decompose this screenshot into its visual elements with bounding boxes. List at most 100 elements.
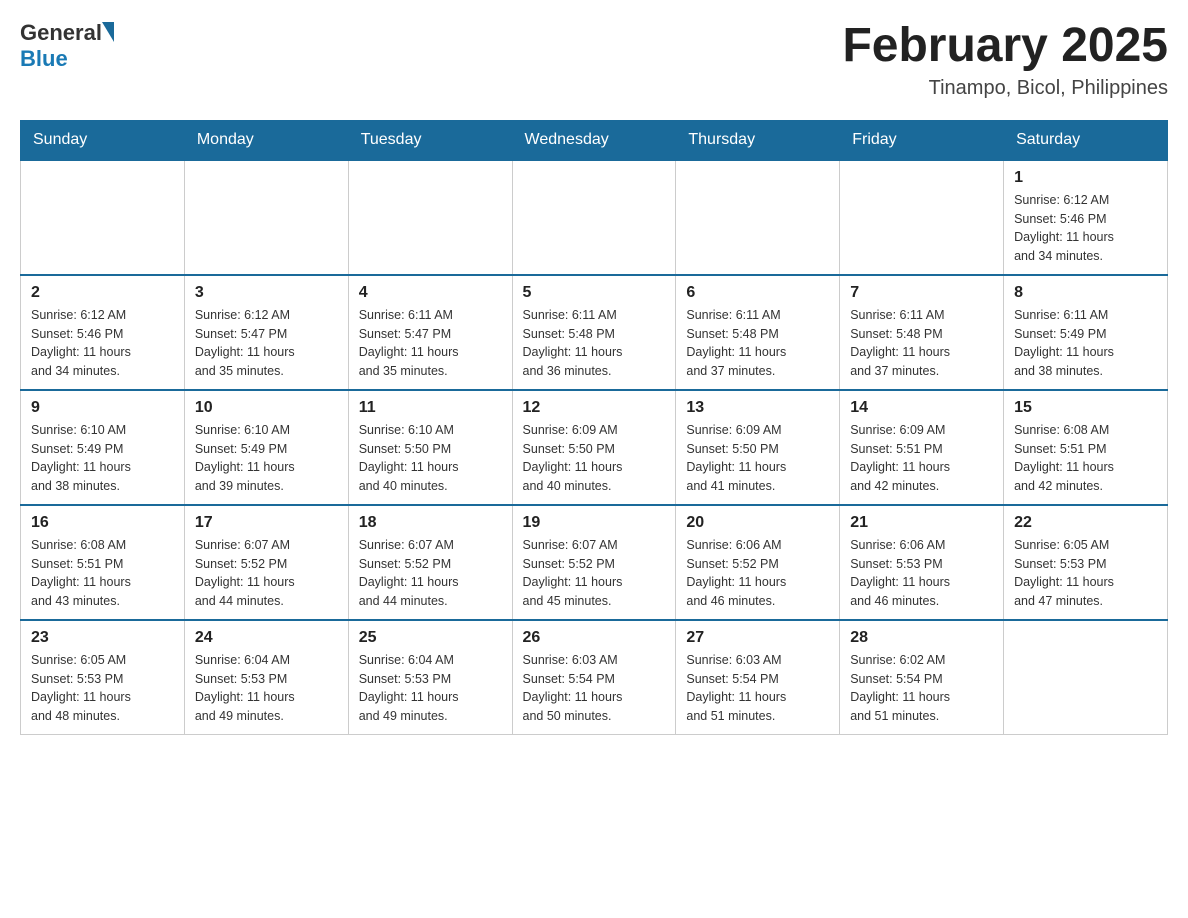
calendar-week-row: 2 Sunrise: 6:12 AM Sunset: 5:46 PM Daylig… [21,275,1168,390]
calendar-cell: 14 Sunrise: 6:09 AM Sunset: 5:51 PM Dayli… [840,390,1004,505]
calendar-cell: 10Sunrise: 6:10 AM Sunset: 5:49 PM Dayli… [184,390,348,505]
day-number: 12 [523,399,666,417]
day-number: 26 [523,629,666,647]
day-info: Sunrise: 6:11 AM Sunset: 5:47 PM Dayligh… [359,306,502,381]
logo-text-general: General [20,20,102,46]
calendar-header-tuesday: Tuesday [348,120,512,160]
calendar-cell [1004,620,1168,735]
day-info: Sunrise: 6:05 AM Sunset: 5:53 PM Dayligh… [31,651,174,726]
calendar-cell: 6 Sunrise: 6:11 AM Sunset: 5:48 PM Daylig… [676,275,840,390]
page-header: General Blue February 2025 Tinampo, Bico… [20,20,1168,100]
day-info: Sunrise: 6:11 AM Sunset: 5:48 PM Dayligh… [850,306,993,381]
calendar-header-wednesday: Wednesday [512,120,676,160]
calendar-cell: 20 Sunrise: 6:06 AM Sunset: 5:52 PM Dayli… [676,505,840,620]
logo-line1: General [20,20,114,46]
day-number: 11 [359,399,502,417]
calendar-cell [512,160,676,275]
day-number: 4 [359,284,502,302]
day-number: 20 [686,514,829,532]
calendar-cell: 7Sunrise: 6:11 AM Sunset: 5:48 PM Daylig… [840,275,1004,390]
day-number: 14 [850,399,993,417]
day-info: Sunrise: 6:06 AM Sunset: 5:53 PM Dayligh… [850,536,993,611]
day-number: 25 [359,629,502,647]
day-info: Sunrise: 6:10 AM Sunset: 5:49 PM Dayligh… [31,421,174,496]
day-number: 13 [686,399,829,417]
day-number: 18 [359,514,502,532]
day-info: Sunrise: 6:11 AM Sunset: 5:48 PM Dayligh… [523,306,666,381]
day-info: Sunrise: 6:12 AM Sunset: 5:46 PM Dayligh… [1014,191,1157,266]
day-info: Sunrise: 6:06 AM Sunset: 5:52 PM Dayligh… [686,536,829,611]
day-number: 22 [1014,514,1157,532]
calendar-cell: 24 Sunrise: 6:04 AM Sunset: 5:53 PM Dayli… [184,620,348,735]
calendar-cell: 28 Sunrise: 6:02 AM Sunset: 5:54 PM Dayli… [840,620,1004,735]
day-info: Sunrise: 6:04 AM Sunset: 5:53 PM Dayligh… [195,651,338,726]
calendar-cell: 25 Sunrise: 6:04 AM Sunset: 5:53 PM Dayli… [348,620,512,735]
calendar-header-thursday: Thursday [676,120,840,160]
calendar-cell: 11Sunrise: 6:10 AM Sunset: 5:50 PM Dayli… [348,390,512,505]
day-info: Sunrise: 6:07 AM Sunset: 5:52 PM Dayligh… [359,536,502,611]
day-info: Sunrise: 6:09 AM Sunset: 5:50 PM Dayligh… [523,421,666,496]
day-number: 21 [850,514,993,532]
calendar-cell: 19 Sunrise: 6:07 AM Sunset: 5:52 PM Dayli… [512,505,676,620]
calendar-cell: 18 Sunrise: 6:07 AM Sunset: 5:52 PM Dayli… [348,505,512,620]
calendar-cell: 8 Sunrise: 6:11 AM Sunset: 5:49 PM Daylig… [1004,275,1168,390]
day-number: 15 [1014,399,1157,417]
day-info: Sunrise: 6:03 AM Sunset: 5:54 PM Dayligh… [686,651,829,726]
calendar-week-row: 23 Sunrise: 6:05 AM Sunset: 5:53 PM Dayli… [21,620,1168,735]
day-info: Sunrise: 6:07 AM Sunset: 5:52 PM Dayligh… [523,536,666,611]
calendar-cell: 22Sunrise: 6:05 AM Sunset: 5:53 PM Dayli… [1004,505,1168,620]
calendar-cell: 3 Sunrise: 6:12 AM Sunset: 5:47 PM Daylig… [184,275,348,390]
day-number: 27 [686,629,829,647]
month-title: February 2025 [842,20,1168,73]
calendar-header-monday: Monday [184,120,348,160]
location-title: Tinampo, Bicol, Philippines [842,77,1168,100]
calendar-cell [184,160,348,275]
calendar-cell: 13 Sunrise: 6:09 AM Sunset: 5:50 PM Dayli… [676,390,840,505]
calendar-cell: 15Sunrise: 6:08 AM Sunset: 5:51 PM Dayli… [1004,390,1168,505]
day-info: Sunrise: 6:11 AM Sunset: 5:49 PM Dayligh… [1014,306,1157,381]
day-number: 24 [195,629,338,647]
calendar-cell: 2 Sunrise: 6:12 AM Sunset: 5:46 PM Daylig… [21,275,185,390]
calendar-table: SundayMondayTuesdayWednesdayThursdayFrid… [20,120,1168,735]
calendar-week-row: 16 Sunrise: 6:08 AM Sunset: 5:51 PM Dayli… [21,505,1168,620]
calendar-cell: 1 Sunrise: 6:12 AM Sunset: 5:46 PM Daylig… [1004,160,1168,275]
day-number: 23 [31,629,174,647]
calendar-cell: 21 Sunrise: 6:06 AM Sunset: 5:53 PM Dayli… [840,505,1004,620]
day-number: 17 [195,514,338,532]
day-info: Sunrise: 6:11 AM Sunset: 5:48 PM Dayligh… [686,306,829,381]
calendar-cell: 4 Sunrise: 6:11 AM Sunset: 5:47 PM Daylig… [348,275,512,390]
calendar-header-saturday: Saturday [1004,120,1168,160]
calendar-week-row: 1 Sunrise: 6:12 AM Sunset: 5:46 PM Daylig… [21,160,1168,275]
logo-text-blue: Blue [20,46,114,72]
day-number: 2 [31,284,174,302]
day-info: Sunrise: 6:07 AM Sunset: 5:52 PM Dayligh… [195,536,338,611]
day-number: 16 [31,514,174,532]
logo: General Blue [20,20,114,72]
day-info: Sunrise: 6:02 AM Sunset: 5:54 PM Dayligh… [850,651,993,726]
day-number: 28 [850,629,993,647]
calendar-cell [676,160,840,275]
day-number: 9 [31,399,174,417]
day-info: Sunrise: 6:12 AM Sunset: 5:47 PM Dayligh… [195,306,338,381]
title-section: February 2025 Tinampo, Bicol, Philippine… [842,20,1168,100]
calendar-cell [348,160,512,275]
day-info: Sunrise: 6:08 AM Sunset: 5:51 PM Dayligh… [31,536,174,611]
day-info: Sunrise: 6:12 AM Sunset: 5:46 PM Dayligh… [31,306,174,381]
calendar-cell: 5Sunrise: 6:11 AM Sunset: 5:48 PM Daylig… [512,275,676,390]
day-info: Sunrise: 6:04 AM Sunset: 5:53 PM Dayligh… [359,651,502,726]
calendar-cell [21,160,185,275]
calendar-cell: 16 Sunrise: 6:08 AM Sunset: 5:51 PM Dayli… [21,505,185,620]
day-number: 8 [1014,284,1157,302]
calendar-cell: 12 Sunrise: 6:09 AM Sunset: 5:50 PM Dayli… [512,390,676,505]
logo-triangle-icon [102,22,114,42]
calendar-cell: 17 Sunrise: 6:07 AM Sunset: 5:52 PM Dayli… [184,505,348,620]
day-number: 19 [523,514,666,532]
logo-group: General Blue [20,20,114,72]
day-number: 3 [195,284,338,302]
day-number: 6 [686,284,829,302]
calendar-week-row: 9 Sunrise: 6:10 AM Sunset: 5:49 PM Daylig… [21,390,1168,505]
day-info: Sunrise: 6:09 AM Sunset: 5:50 PM Dayligh… [686,421,829,496]
calendar-header-friday: Friday [840,120,1004,160]
day-number: 1 [1014,169,1157,187]
day-info: Sunrise: 6:09 AM Sunset: 5:51 PM Dayligh… [850,421,993,496]
